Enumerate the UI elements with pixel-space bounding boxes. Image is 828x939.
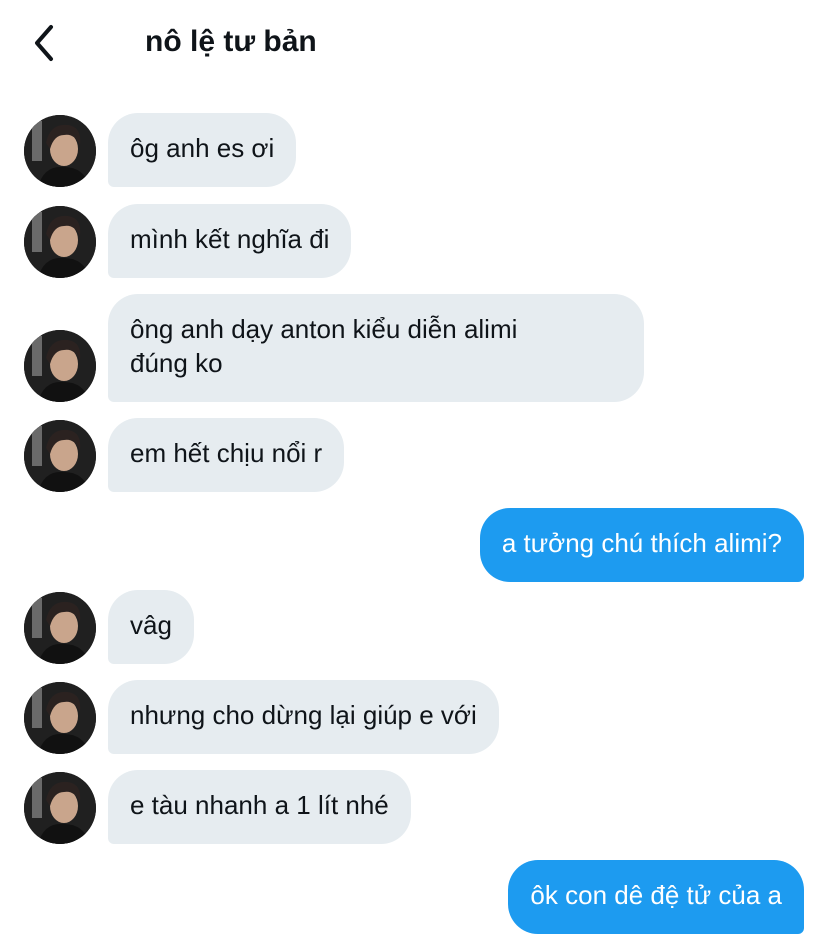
message-row: ông anh dạy anton kiểu diễn alimi đúng k… bbox=[0, 294, 828, 402]
avatar[interactable] bbox=[24, 206, 96, 278]
message-row: em hết chịu nổi r bbox=[0, 418, 828, 493]
chevron-left-icon bbox=[35, 25, 53, 61]
incoming-message-bubble[interactable]: nhưng cho dừng lại giúp e với bbox=[108, 680, 499, 754]
avatar[interactable] bbox=[24, 682, 96, 754]
incoming-message-bubble[interactable]: vâg bbox=[108, 590, 194, 664]
avatar[interactable] bbox=[24, 420, 96, 492]
incoming-message-bubble[interactable]: ôg anh es ơi bbox=[108, 113, 297, 187]
back-button[interactable] bbox=[22, 18, 66, 68]
message-row: mình kết nghĩa đi bbox=[0, 204, 828, 279]
incoming-message-bubble[interactable]: e tàu nhanh a 1 lít nhé bbox=[108, 770, 411, 844]
message-row: nhưng cho dừng lại giúp e với bbox=[0, 680, 828, 755]
avatar[interactable] bbox=[24, 592, 96, 664]
message-row: vâg bbox=[0, 590, 828, 665]
message-row: e tàu nhanh a 1 lít nhé bbox=[0, 770, 828, 845]
outgoing-message-bubble[interactable]: a tưởng chú thích alimi? bbox=[479, 508, 804, 582]
chat-header: nô lệ tư bản bbox=[0, 0, 828, 86]
incoming-message-bubble[interactable]: ông anh dạy anton kiểu diễn alimi đúng k… bbox=[108, 294, 644, 402]
incoming-message-bubble[interactable]: mình kết nghĩa đi bbox=[108, 204, 352, 278]
avatar[interactable] bbox=[24, 330, 96, 402]
avatar[interactable] bbox=[24, 772, 96, 844]
message-row: ôk con dê đệ tử của a bbox=[0, 860, 828, 934]
avatar[interactable] bbox=[24, 115, 96, 187]
message-row: ôg anh es ơi bbox=[0, 113, 828, 188]
conversation-title: nô lệ tư bản bbox=[145, 25, 317, 58]
incoming-message-bubble[interactable]: em hết chịu nổi r bbox=[108, 418, 345, 492]
message-row: a tưởng chú thích alimi? bbox=[0, 508, 828, 582]
outgoing-message-bubble[interactable]: ôk con dê đệ tử của a bbox=[508, 860, 804, 934]
